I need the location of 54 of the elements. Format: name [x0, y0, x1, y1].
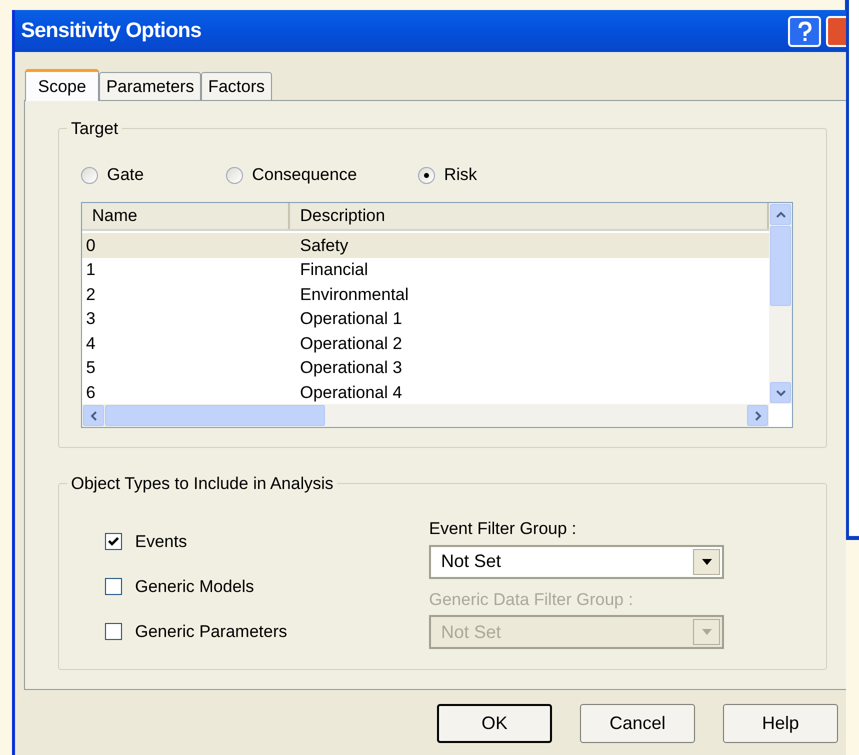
- table-cell-text: 5: [85, 357, 96, 379]
- checkbox-label: Generic Models: [135, 576, 254, 598]
- table-cell-text: Operational 3: [299, 357, 404, 379]
- tab[interactable]: Parameters: [99, 72, 202, 100]
- list-row[interactable]: 6 Operational 4: [82, 380, 769, 404]
- list-row[interactable]: 4 Operational 2: [82, 331, 769, 356]
- checkbox-label: Generic Parameters: [135, 620, 288, 643]
- checkbox[interactable]: [105, 623, 122, 640]
- horizontal-scrollbar[interactable]: [82, 404, 769, 427]
- checkmark-icon: [107, 535, 120, 548]
- radio-label: Consequence: [252, 164, 357, 186]
- list-row[interactable]: 2 Environmental: [82, 282, 769, 306]
- scroll-down-icon[interactable]: [770, 382, 791, 403]
- radio-button[interactable]: [226, 166, 243, 184]
- column-header[interactable]: Name: [82, 203, 290, 229]
- radio-label: Risk: [444, 164, 478, 186]
- list-row[interactable]: 5 Operational 3: [82, 356, 769, 380]
- scroll-left-icon[interactable]: [83, 405, 104, 426]
- scroll-thumb[interactable]: [105, 405, 325, 426]
- table-cell-text: Safety: [299, 234, 350, 256]
- dropdown[interactable]: Not Set: [429, 544, 724, 578]
- field-label: Event Filter Group :: [429, 518, 578, 540]
- radio-button[interactable]: [418, 166, 435, 184]
- table-cell-text: 4: [85, 332, 96, 354]
- tab[interactable]: Factors: [201, 72, 272, 100]
- table-cell-text: Financial: [299, 259, 370, 281]
- tab[interactable]: Scope: [25, 69, 100, 101]
- dialog-button[interactable]: Cancel: [580, 704, 695, 743]
- table-cell-text: 1: [85, 259, 96, 281]
- table-cell-text: Operational 2: [299, 332, 404, 354]
- checkbox[interactable]: [105, 578, 122, 595]
- scroll-thumb[interactable]: [770, 226, 791, 306]
- scroll-right-icon[interactable]: [747, 405, 768, 426]
- checkbox-label: Events: [135, 530, 187, 553]
- table-cell-text: 3: [85, 308, 96, 330]
- table-cell-text: 0: [85, 234, 96, 256]
- checkbox[interactable]: [105, 533, 122, 550]
- table-cell-text: Operational 4: [299, 382, 404, 404]
- scroll-up-icon[interactable]: [770, 204, 791, 225]
- table-cell-text: 2: [85, 284, 96, 306]
- dialog-button[interactable]: OK: [437, 704, 552, 743]
- dialog-button[interactable]: Help: [723, 704, 838, 743]
- window-title: Sensitivity Options: [21, 18, 202, 44]
- list-row[interactable]: 0 Safety: [82, 233, 769, 258]
- vertical-scrollbar[interactable]: [769, 203, 792, 404]
- table-cell-text: 6: [85, 382, 96, 404]
- help-icon[interactable]: [788, 16, 821, 47]
- list-row[interactable]: 1 Financial: [82, 258, 769, 282]
- table-cell-text: Environmental: [299, 284, 410, 306]
- table-cell-text: Operational 1: [299, 308, 404, 330]
- field-label: Generic Data Filter Group :: [429, 588, 634, 610]
- list-row[interactable]: 3 Operational 1: [82, 306, 769, 331]
- radio-label: Gate: [107, 164, 144, 186]
- radio-button[interactable]: [81, 166, 98, 184]
